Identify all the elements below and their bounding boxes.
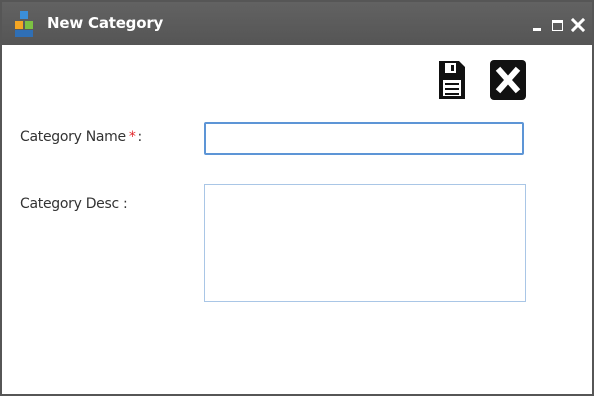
category-desc-textarea[interactable] [204, 184, 526, 302]
maximize-button[interactable] [550, 17, 566, 33]
cancel-icon [490, 60, 526, 100]
maximize-icon [552, 20, 563, 31]
label-colon: : [137, 129, 143, 145]
dialog-title: New Category [47, 14, 164, 32]
minimize-button[interactable] [530, 17, 546, 33]
minimize-icon [533, 28, 541, 31]
close-window-button[interactable] [570, 17, 586, 33]
category-name-label: Category Name *: [20, 129, 142, 145]
save-icon [439, 61, 465, 99]
category-name-input[interactable] [204, 122, 524, 155]
required-indicator: * [128, 129, 136, 145]
title-bar[interactable]: New Category [2, 2, 592, 45]
save-button[interactable] [438, 60, 466, 100]
category-name-label-text: Category Name [20, 129, 126, 145]
new-category-dialog: New Category Category Name *: Category … [0, 0, 594, 396]
category-desc-label: Category Desc : [20, 196, 128, 212]
app-logo-icon [15, 11, 33, 37]
cancel-button[interactable] [490, 60, 526, 100]
close-icon [570, 17, 586, 33]
